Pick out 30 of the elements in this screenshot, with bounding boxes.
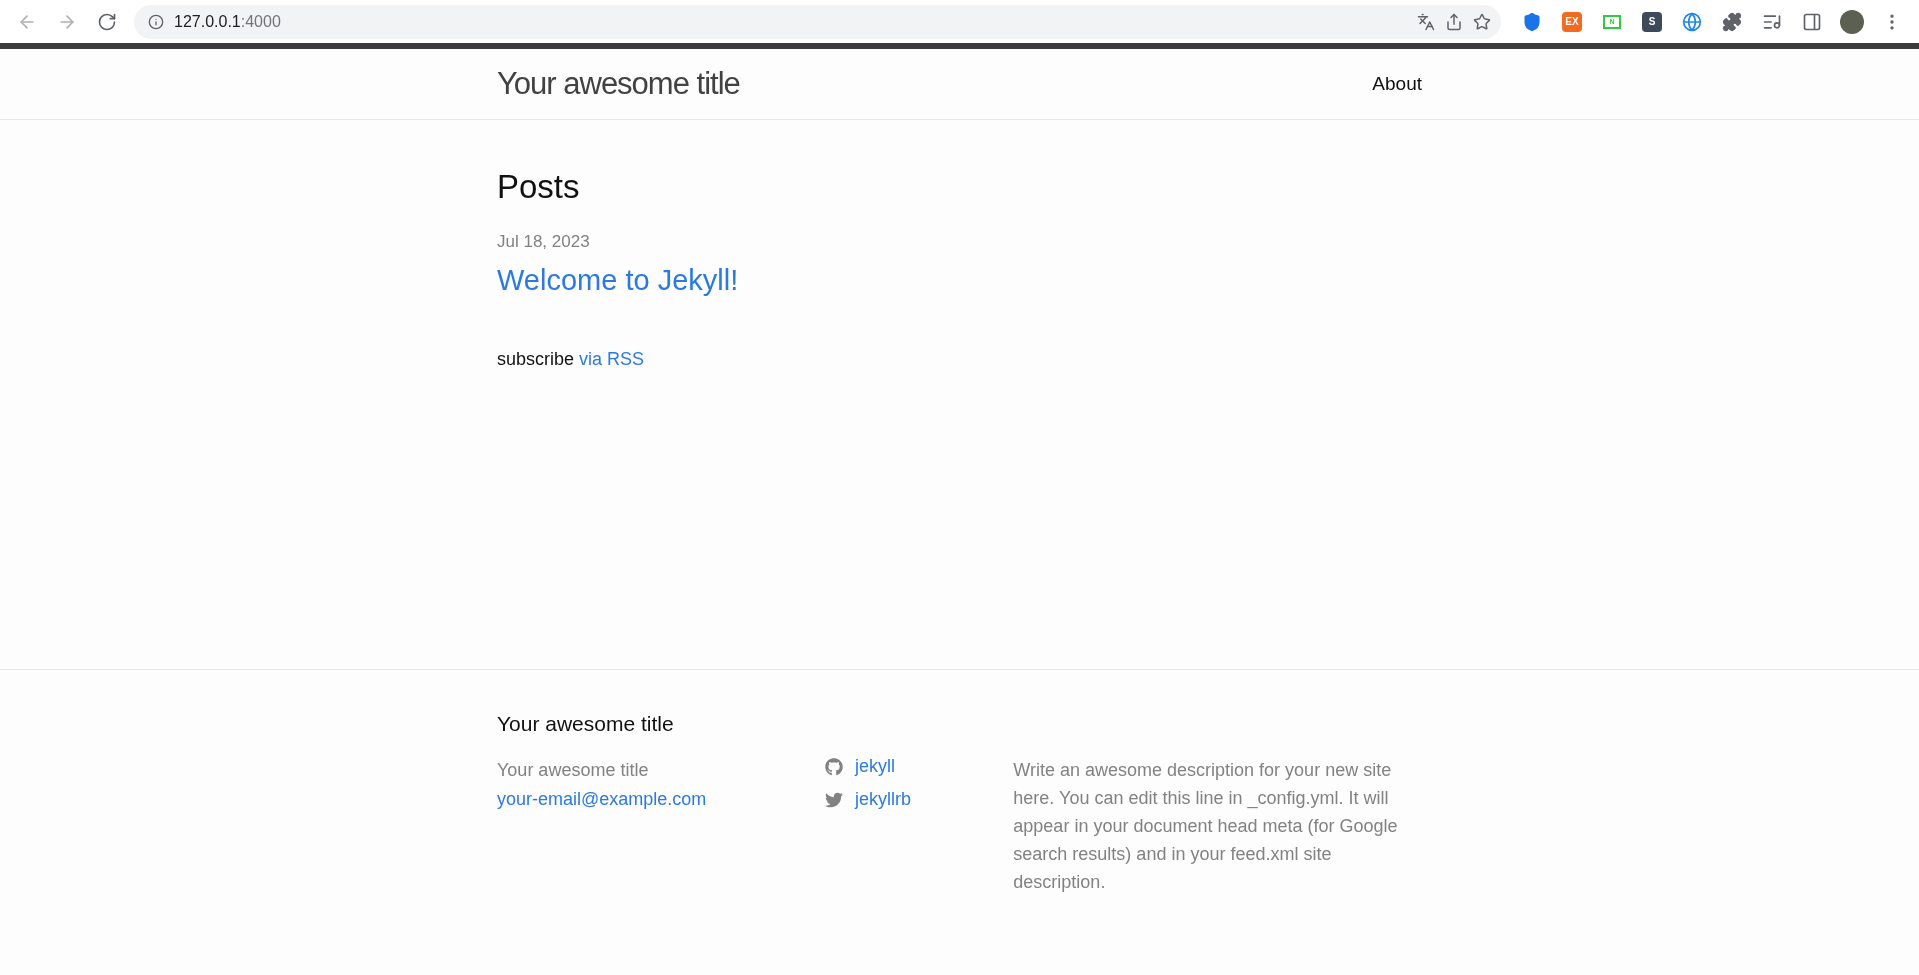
- email-link[interactable]: your-email@example.com: [497, 785, 825, 814]
- social-link[interactable]: jekyll: [854, 756, 895, 777]
- post-title-link[interactable]: Welcome to Jekyll!: [497, 264, 1422, 297]
- info-icon[interactable]: [148, 13, 164, 30]
- puzzle-icon[interactable]: [1722, 11, 1742, 32]
- extension-icon[interactable]: EX: [1562, 11, 1582, 32]
- globe-icon[interactable]: [1682, 11, 1702, 32]
- translate-icon[interactable]: [1417, 12, 1435, 31]
- nav-link[interactable]: About: [1372, 73, 1422, 94]
- side-panel-icon[interactable]: [1802, 11, 1822, 32]
- site-description: Write an awesome description for your new site here. You can edit this line in _config.yml. It will appear in your document head meta (for Google search results) and in your feed.xml site description.: [1013, 759, 1399, 894]
- contact-name: Your awesome title: [497, 759, 650, 782]
- share-icon[interactable]: [1445, 12, 1463, 31]
- page-heading: Posts: [497, 168, 581, 206]
- reload-icon[interactable]: [97, 11, 117, 32]
- url-port: :4000: [240, 12, 281, 30]
- post-date: Jul 18, 2023: [497, 232, 591, 252]
- subscribe-text: subscribe via RSS: [497, 349, 646, 370]
- url-host: 127.0.0.1: [174, 12, 241, 30]
- github-icon: [824, 757, 843, 776]
- social-link[interactable]: jekyllrb: [854, 789, 911, 810]
- extension-icon[interactable]: S: [1642, 11, 1662, 32]
- profile-avatar[interactable]: [1840, 9, 1864, 34]
- twitter-icon: [824, 790, 843, 809]
- site-title[interactable]: Your awesome title: [497, 66, 740, 102]
- address-bar[interactable]: 127.0.0.1:4000: [134, 4, 1501, 39]
- footer-heading: Your awesome title: [497, 712, 675, 736]
- shield-icon[interactable]: [1522, 11, 1542, 32]
- rss-link[interactable]: via RSS: [579, 349, 645, 369]
- bookmark-star-icon[interactable]: [1473, 12, 1491, 31]
